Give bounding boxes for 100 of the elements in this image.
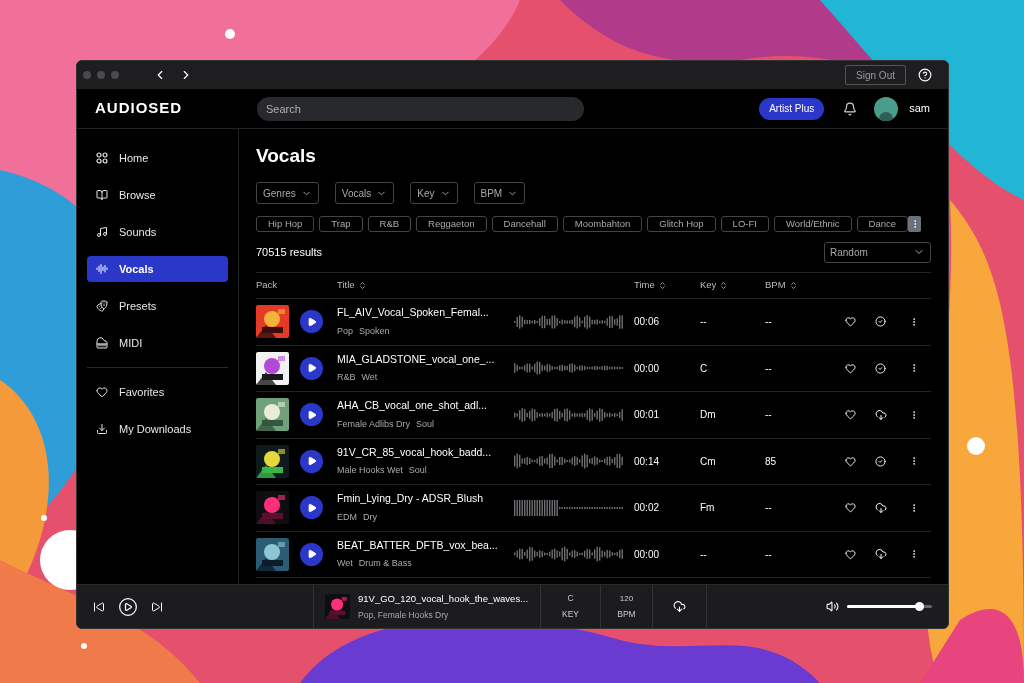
bpm-label: BPM [617,607,636,621]
bpm-cell-text: -- [765,501,773,516]
sidebar-item[interactable]: MIDI [87,330,228,356]
next-icon[interactable] [151,600,163,613]
sample-title[interactable]: Fmin_Lying_Dry - ADSR_Blush [337,491,514,507]
sample-tag[interactable]: EDM [337,510,357,525]
check-circle-icon[interactable] [875,316,886,328]
sample-tag[interactable]: Female Adlibs Dry [337,417,411,432]
genre-chip[interactable]: World/Ethnic [773,216,852,232]
play-button[interactable] [300,356,323,380]
filter-dropdown[interactable]: BPM [473,182,526,204]
sort-icon [719,281,729,290]
volume-handle[interactable] [914,602,924,611]
bpm-cell-text: -- [765,315,773,330]
more-button[interactable] [908,216,922,232]
play-icon [307,363,317,374]
sidebar-item[interactable]: Home [87,145,228,171]
sidebar-item[interactable]: Favorites [87,379,228,405]
heart-icon[interactable] [845,548,856,560]
filter-dropdown[interactable]: Genres [256,182,319,204]
genre-chip[interactable]: Trap [319,216,363,232]
filter-dropdown[interactable]: Vocals [334,182,395,204]
cloud-download-icon[interactable] [673,600,686,613]
sample-tag[interactable]: Soul [416,417,435,432]
play-icon [307,456,317,467]
sign-out-button[interactable]: Sign Out [845,65,906,85]
sidebar-item[interactable]: My Downloads [87,416,228,442]
download-icon [96,423,108,435]
sidebar-item[interactable]: Vocals [87,256,228,282]
column-header[interactable]: Key [700,278,765,293]
sample-tag[interactable]: Wet [361,371,378,385]
user-name[interactable]: sam [909,100,930,117]
play-button[interactable] [300,496,323,520]
cloud-download-icon[interactable] [875,408,887,421]
genre-chip[interactable]: Moombahton [562,216,643,232]
search-field[interactable]: Search [257,96,584,121]
cloud-download-icon[interactable] [875,501,887,514]
genre-chip[interactable]: Hip Hop [256,216,315,232]
sample-tag[interactable]: Drum & Bass [358,557,412,571]
notification-bell-icon[interactable] [843,101,858,116]
time-cell-text: 00:02 [634,501,661,516]
genre-chip[interactable]: Dance [856,216,909,232]
mask-icon [96,300,108,312]
previous-icon[interactable] [93,600,105,613]
cloud-download-icon[interactable] [875,548,887,561]
sample-tag[interactable]: Dry [363,510,377,525]
genre-chip[interactable]: Reggaeton [416,216,487,232]
heart-icon[interactable] [845,455,856,467]
sidebar-item[interactable]: Browse [87,182,228,208]
sample-tag[interactable]: Spoken [359,324,390,339]
key-cell-text: Fm [700,501,716,516]
column-header[interactable]: Title [337,278,634,293]
check-circle-icon[interactable] [875,455,886,467]
sample-title[interactable]: FL_AIV_Vocal_Spoken_Femal... [337,305,514,321]
bpm-cell-text: -- [765,408,773,423]
logo: AUDIOSED [95,98,184,119]
sample-tag[interactable]: Male Hooks Wet [337,464,403,478]
sidebar-item[interactable]: Presets [87,293,228,319]
heart-icon[interactable] [845,409,856,421]
play-button[interactable] [300,542,323,566]
artist-plus-button[interactable]: Artist Plus [759,97,825,120]
column-header[interactable]: BPM [765,278,845,293]
play-icon [307,502,317,513]
sort-icon [657,281,667,290]
sidebar-item[interactable]: Sounds [87,219,228,245]
sample-tag[interactable]: Wet [337,557,353,571]
heart-icon[interactable] [845,362,856,374]
sort-dropdown[interactable]: Random [824,241,931,263]
page-title: Vocals [256,145,317,167]
play-button[interactable] [300,310,323,334]
check-circle-icon[interactable] [875,362,886,374]
key-cell-text: C [700,361,709,376]
sample-title[interactable]: AHA_CB_vocal_one_shot_adl... [337,398,514,414]
column-header[interactable]: Time [634,278,700,293]
play-button[interactable] [300,449,323,473]
genre-chip[interactable]: R&B [367,216,412,232]
help-icon[interactable] [918,68,932,82]
volume-icon[interactable] [826,600,839,613]
sample-title[interactable]: 91V_CR_85_vocal_hook_badd... [337,444,514,461]
play-icon[interactable] [118,596,138,617]
heart-icon[interactable] [845,316,856,328]
heart-icon[interactable] [845,502,856,514]
sample-tag[interactable]: Pop [337,324,353,339]
sample-tag[interactable]: Soul [408,464,427,478]
sample-title[interactable]: MIA_GLADSTONE_vocal_one_... [337,351,514,368]
results-count: 70515 results [256,244,323,260]
play-icon [307,316,317,327]
wallpaper-bubble [967,437,985,455]
genre-chip[interactable]: Dancehall [491,216,558,232]
play-button[interactable] [300,403,323,427]
wallpaper-bubble [81,643,87,649]
genre-chip[interactable]: LO-FI [720,216,769,232]
time-cell-text: 00:06 [634,315,661,330]
sample-title[interactable]: BEAT_BATTER_DFTB_vox_bea... [337,537,514,554]
avatar[interactable] [874,96,899,121]
key-cell-text: -- [700,315,708,330]
sample-tag[interactable]: R&B [337,371,356,385]
filter-dropdown[interactable]: Key [410,182,458,204]
genre-chip[interactable]: Glitch Hop [647,216,716,232]
heart-icon [96,386,108,398]
